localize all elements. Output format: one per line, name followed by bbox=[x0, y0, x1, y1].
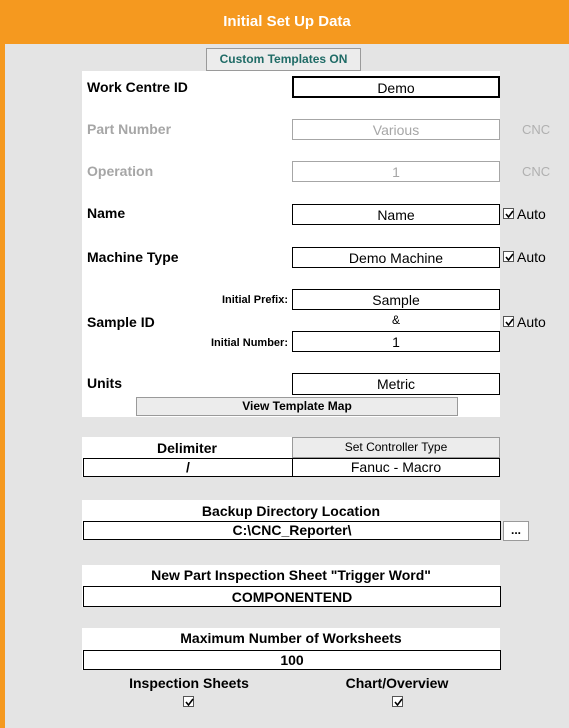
checkmark-icon bbox=[505, 210, 514, 219]
checkmark-icon bbox=[394, 698, 403, 707]
part-number-field: Various bbox=[292, 119, 500, 140]
controller-type-field: Fanuc - Macro bbox=[292, 458, 500, 477]
operation-field: 1 bbox=[292, 161, 500, 182]
delimiter-label: Delimiter bbox=[157, 440, 217, 456]
set-controller-type-button[interactable]: Set Controller Type bbox=[292, 437, 500, 458]
initial-number-field[interactable]: 1 bbox=[292, 331, 500, 352]
sample-id-auto-checkbox[interactable] bbox=[503, 316, 514, 327]
units-field[interactable]: Metric bbox=[292, 373, 500, 395]
inspection-sheets-label: Inspection Sheets bbox=[129, 675, 249, 691]
units-label: Units bbox=[87, 375, 122, 391]
operation-label: Operation bbox=[87, 163, 154, 179]
part-number-source: CNC bbox=[522, 122, 551, 137]
work-centre-field[interactable]: Demo bbox=[292, 76, 500, 98]
machine-type-label: Machine Type bbox=[87, 249, 179, 265]
initial-number-label: Initial Number: bbox=[210, 337, 288, 349]
inspection-sheets-checkbox[interactable] bbox=[183, 696, 194, 707]
sample-id-auto-label: Auto bbox=[517, 314, 546, 330]
checkmark-icon bbox=[505, 253, 514, 262]
backup-directory-field[interactable]: C:\CNC_Reporter\ bbox=[83, 521, 501, 540]
part-number-label: Part Number bbox=[87, 121, 172, 137]
trigger-word-label: New Part Inspection Sheet "Trigger Word" bbox=[151, 567, 431, 583]
machine-type-auto-label: Auto bbox=[517, 249, 546, 265]
max-worksheets-field[interactable]: 100 bbox=[83, 650, 501, 670]
initial-prefix-label: Initial Prefix: bbox=[221, 294, 288, 306]
max-worksheets-label: Maximum Number of Worksheets bbox=[180, 630, 402, 646]
machine-type-auto-checkbox[interactable] bbox=[503, 251, 514, 262]
chart-overview-label: Chart/Overview bbox=[345, 675, 449, 691]
name-auto-label: Auto bbox=[517, 206, 546, 222]
work-centre-label: Work Centre ID bbox=[87, 79, 188, 95]
checkmark-icon bbox=[185, 698, 194, 707]
panel-title: Initial Set Up Data bbox=[5, 0, 569, 44]
delimiter-field[interactable]: / bbox=[83, 458, 293, 477]
custom-templates-button[interactable]: Custom Templates ON bbox=[206, 48, 361, 71]
name-auto-checkbox[interactable] bbox=[503, 208, 514, 219]
backup-label: Backup Directory Location bbox=[201, 503, 381, 519]
sample-id-label: Sample ID bbox=[87, 314, 155, 330]
view-template-map-button[interactable]: View Template Map bbox=[136, 397, 458, 416]
browse-button[interactable]: ... bbox=[503, 521, 529, 541]
sample-separator: & bbox=[391, 313, 400, 327]
left-accent-bar bbox=[0, 0, 5, 728]
initial-prefix-field[interactable]: Sample bbox=[292, 289, 500, 310]
name-label: Name bbox=[87, 205, 126, 221]
machine-type-field[interactable]: Demo Machine bbox=[292, 247, 500, 268]
name-field[interactable]: Name bbox=[292, 204, 500, 225]
trigger-word-field[interactable]: COMPONENTEND bbox=[83, 586, 501, 607]
chart-overview-checkbox[interactable] bbox=[392, 696, 403, 707]
operation-source: CNC bbox=[522, 164, 551, 179]
checkmark-icon bbox=[505, 318, 514, 327]
